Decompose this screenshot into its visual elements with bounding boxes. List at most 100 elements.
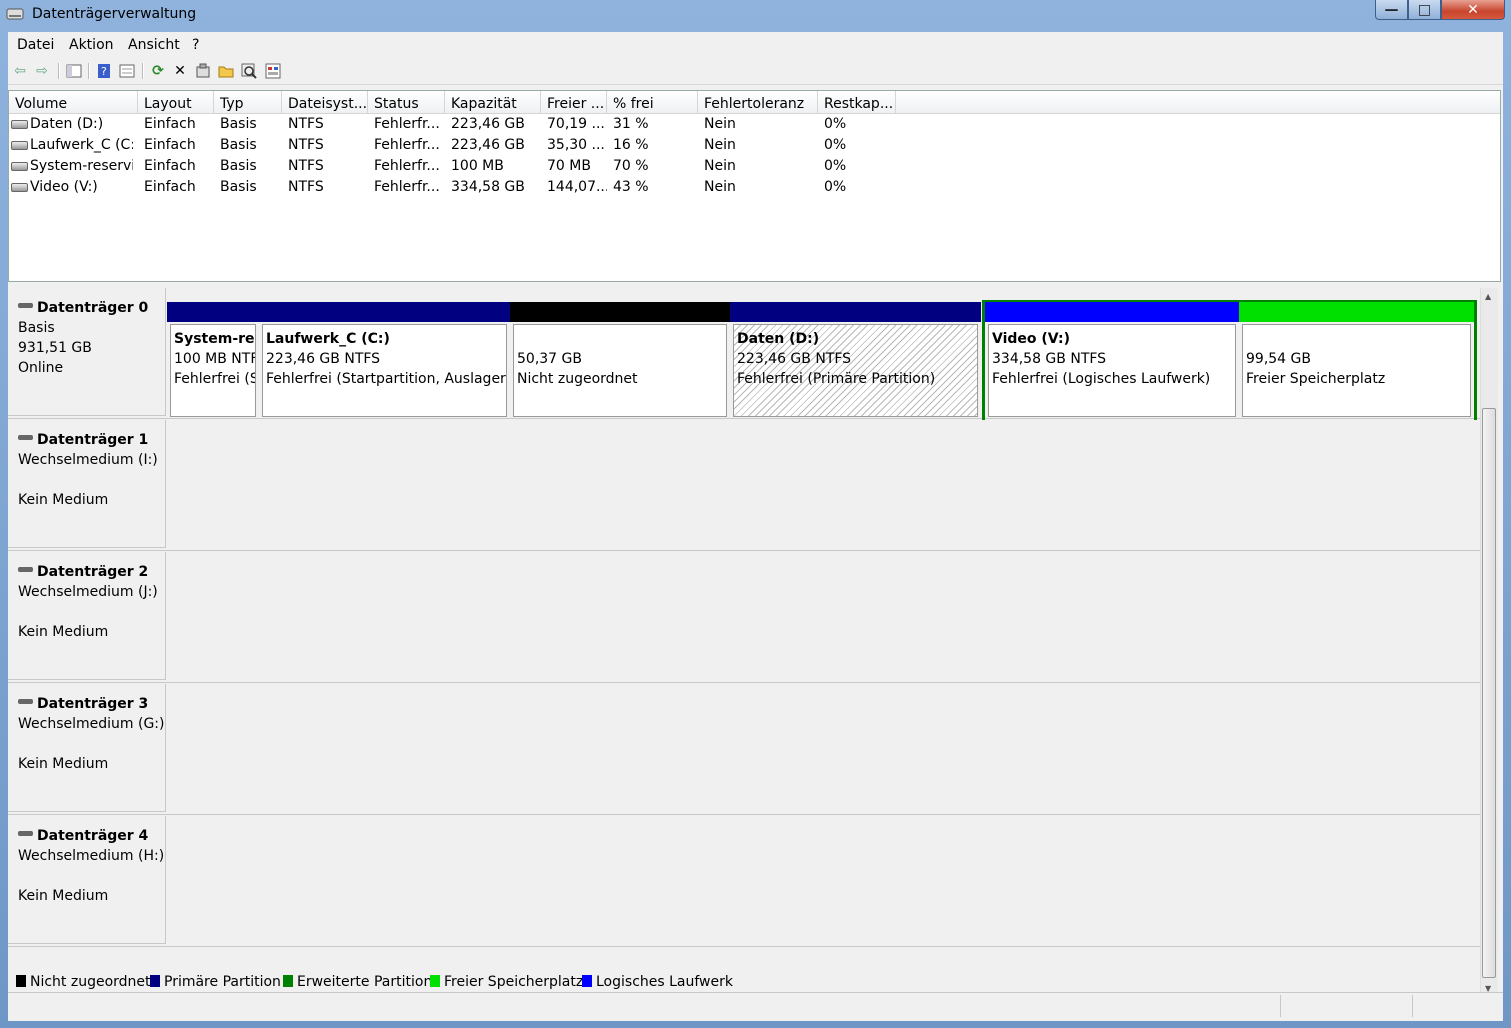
cell-volume: Laufwerk_C (C:) xyxy=(11,137,133,153)
partition-color-bar xyxy=(1239,302,1474,322)
properties-list-icon[interactable] xyxy=(264,62,282,80)
forward-icon[interactable]: ⇨ xyxy=(33,62,51,80)
maximize-button[interactable]: □ xyxy=(1408,0,1441,20)
disk-name: Datenträger 1 xyxy=(37,432,149,448)
partition-title xyxy=(1246,329,1470,349)
close-button[interactable]: ✕ xyxy=(1441,0,1505,20)
search-icon[interactable] xyxy=(240,62,258,80)
legend-label: Logisches Laufwerk xyxy=(596,974,733,990)
volume-list[interactable]: Volume Layout Typ Dateisyst... Status Ka… xyxy=(8,90,1501,282)
volume-icon xyxy=(11,161,28,171)
table-row[interactable]: Laufwerk_C (C:) Einfach Basis NTFS Fehlerfr.… xyxy=(9,135,1009,156)
partition-block[interactable]: Laufwerk_C (C:) 223,46 GB NTFS Fehlerfrei … xyxy=(259,302,510,420)
menu-datei[interactable]: Datei xyxy=(17,37,54,53)
cell-status: Fehlerfr... xyxy=(374,116,445,132)
disk-label[interactable]: Datenträger 3 Wechselmedium (G:) Kein Medi… xyxy=(8,684,166,812)
open-folder-icon[interactable] xyxy=(217,62,235,80)
column-status[interactable]: Status xyxy=(368,91,445,113)
scroll-up-icon[interactable]: ▲ xyxy=(1485,292,1491,301)
disk-label[interactable]: Datenträger 0 Basis 931,51 GB Online xyxy=(8,288,166,416)
cell-text: Nein xyxy=(704,116,736,132)
cell-fehlertoleranz: Nein xyxy=(704,179,818,195)
disk-label[interactable]: Datenträger 4 Wechselmedium (H:) Kein Medi… xyxy=(8,816,166,944)
column-kapazitaet[interactable]: Kapazität xyxy=(445,91,541,113)
cell-freier-speicher: 70 MB xyxy=(547,158,607,174)
column-typ[interactable]: Typ xyxy=(214,91,282,113)
refresh-icon[interactable]: ⟳ xyxy=(149,62,167,80)
partition-status: Fehlerfrei (Logisches Laufwerk) xyxy=(992,371,1211,387)
cell-text: 144,07... xyxy=(547,179,607,195)
volume-icon xyxy=(11,140,28,150)
partition-status: Fehlerfrei (Primäre Partition) xyxy=(737,371,936,387)
table-row[interactable]: Video (V:) Einfach Basis NTFS Fehlerfr... 334… xyxy=(9,177,1009,198)
cell-text: Einfach xyxy=(144,179,196,195)
help-icon[interactable]: ? xyxy=(95,62,113,80)
column-volume[interactable]: Volume xyxy=(9,91,138,113)
disk-icon xyxy=(18,831,33,836)
disk-area: System-res 100 MB NTFS Fehlerfrei (System L… xyxy=(167,288,1479,424)
window-title: Datenträgerverwaltung xyxy=(32,6,197,22)
settings-icon[interactable] xyxy=(194,62,212,80)
menu-aktion[interactable]: Aktion xyxy=(69,37,114,53)
menu-ansicht[interactable]: Ansicht xyxy=(128,37,180,53)
cell-freier-speicher: 144,07... xyxy=(547,179,607,195)
legend-swatch xyxy=(283,975,293,987)
partition-body: System-res 100 MB NTFS Fehlerfrei (System xyxy=(170,324,256,417)
partition-size: 99,54 GB xyxy=(1246,351,1311,367)
disk-area xyxy=(167,420,1479,548)
cell-restkapazitaet: 0% xyxy=(824,137,896,153)
partition-body: 99,54 GB Freier Speicherplatz xyxy=(1242,324,1471,417)
column-fehlertoleranz[interactable]: Fehlertoleranz xyxy=(698,91,818,113)
partition-status: Fehlerfrei (Startpartition, Auslagerungs… xyxy=(266,371,506,387)
partition-color-bar xyxy=(985,302,1239,322)
column-prozent-frei[interactable]: % frei xyxy=(607,91,698,113)
menu-help[interactable]: ? xyxy=(192,37,199,53)
disk-type: Wechselmedium (J:) xyxy=(18,584,158,600)
column-layout[interactable]: Layout xyxy=(138,91,214,113)
properties-icon[interactable] xyxy=(118,62,136,80)
column-restkapazitaet[interactable]: Restkap... xyxy=(818,91,896,113)
cell-dateisystem: NTFS xyxy=(288,116,368,132)
partition-color-bar xyxy=(167,302,259,322)
table-row[interactable]: Daten (D:) Einfach Basis NTFS Fehlerfr... 223… xyxy=(9,114,1009,135)
cell-text: 0% xyxy=(824,179,847,195)
console-tree-icon[interactable] xyxy=(65,62,83,80)
vertical-scrollbar[interactable]: ▲ ▼ xyxy=(1480,288,1498,1000)
title-bar[interactable]: Datenträgerverwaltung — □ ✕ xyxy=(0,0,1511,30)
cell-dateisystem: NTFS xyxy=(288,137,368,153)
legend-swatch xyxy=(16,975,26,987)
partition-block[interactable]: System-res 100 MB NTFS Fehlerfrei (System xyxy=(167,302,259,420)
minimize-button[interactable]: — xyxy=(1375,0,1408,20)
table-row[interactable]: System-reservi... Einfach Basis NTFS Fehlerf… xyxy=(9,156,1009,177)
disk-row: Datenträger 2 Wechselmedium (J:) Kein Medi… xyxy=(8,552,1480,683)
cell-text: 223,46 GB xyxy=(451,137,525,153)
disk-label[interactable]: Datenträger 1 Wechselmedium (I:) Kein Medi… xyxy=(8,420,166,548)
column-freier-speicher[interactable]: Freier ... xyxy=(541,91,607,113)
disk-row: Datenträger 1 Wechselmedium (I:) Kein Medi… xyxy=(8,420,1480,551)
partition-block[interactable]: 99,54 GB Freier Speicherplatz xyxy=(1239,302,1474,420)
partition-size: 223,46 GB NTFS xyxy=(266,351,381,367)
cell-restkapazitaet: 0% xyxy=(824,116,896,132)
cell-text: NTFS xyxy=(288,179,324,195)
cell-text: NTFS xyxy=(288,158,324,174)
disk-type: Wechselmedium (I:) xyxy=(18,452,158,468)
disk-name: Datenträger 4 xyxy=(37,828,149,844)
disk-management-icon xyxy=(6,8,24,20)
disk-state: Kein Medium xyxy=(18,888,109,904)
partition-title: Video (V:) xyxy=(992,331,1070,347)
legend-swatch xyxy=(430,975,440,987)
legend-label: Erweiterte Partition xyxy=(297,974,433,990)
cell-fehlertoleranz: Nein xyxy=(704,137,818,153)
scrollbar-thumb[interactable] xyxy=(1482,408,1496,978)
partition-block[interactable]: 50,37 GB Nicht zugeordnet xyxy=(510,302,730,420)
column-dateisystem[interactable]: Dateisyst... xyxy=(282,91,368,113)
partition-block[interactable]: Daten (D:) 223,46 GB NTFS Fehlerfrei (Prim… xyxy=(730,302,981,420)
partition-block[interactable]: Video (V:) 334,58 GB NTFS Fehlerfrei (Logi… xyxy=(985,302,1239,420)
disk-label[interactable]: Datenträger 2 Wechselmedium (J:) Kein Medi… xyxy=(8,552,166,680)
delete-icon[interactable]: ✕ xyxy=(171,62,189,80)
volume-icon xyxy=(11,182,28,192)
legend-item: Primäre Partition xyxy=(150,974,281,990)
back-icon[interactable]: ⇦ xyxy=(11,62,29,80)
disk-icon xyxy=(18,699,33,704)
legend-label: Primäre Partition xyxy=(164,974,281,990)
